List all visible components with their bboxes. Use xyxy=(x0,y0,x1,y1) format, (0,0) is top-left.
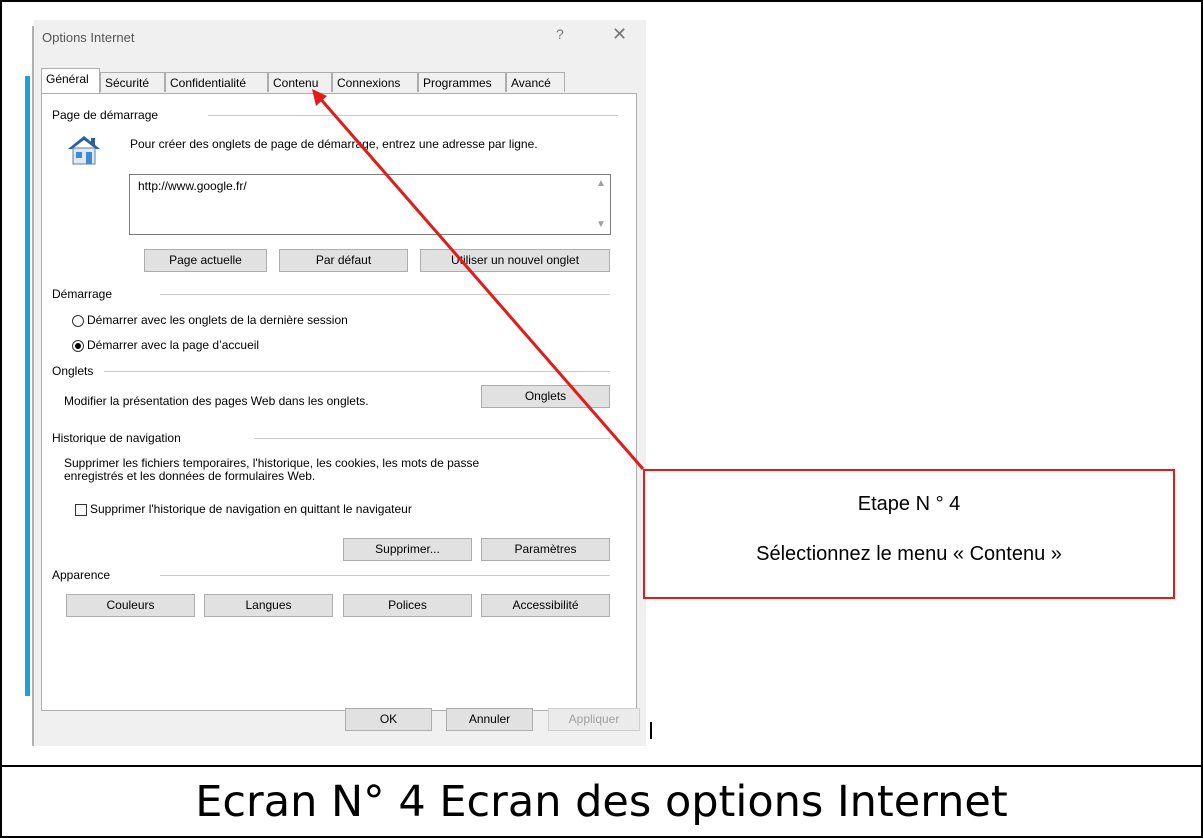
default-page-button[interactable]: Par défaut xyxy=(279,249,408,272)
apply-button[interactable]: Appliquer xyxy=(548,708,640,731)
accessibility-button[interactable]: Accessibilité xyxy=(481,594,610,617)
internet-options-dialog: Options Internet ? ✕ Général Sécurité Co… xyxy=(34,20,646,746)
url-scrollbar[interactable]: ▲ ▼ xyxy=(593,175,610,234)
tab-connections[interactable]: Connexions xyxy=(332,72,418,92)
tab-content[interactable]: Contenu xyxy=(268,72,332,92)
ok-button[interactable]: OK xyxy=(345,708,432,731)
appearance-group-label: Apparence xyxy=(52,568,111,582)
close-button[interactable]: ✕ xyxy=(612,24,627,45)
tabs-description: Modifier la présentation des pages Web d… xyxy=(64,394,369,408)
tab-general[interactable]: Général xyxy=(41,68,100,93)
group-divider xyxy=(104,371,610,372)
delete-history-on-exit-checkbox[interactable] xyxy=(75,504,87,516)
colors-button[interactable]: Couleurs xyxy=(66,594,195,617)
startup-home-page-radio[interactable] xyxy=(72,340,84,352)
general-tab-panel: Page de démarrage Pour créer des onglets… xyxy=(41,93,637,711)
home-page-url-value: http://www.google.fr/ xyxy=(138,179,247,193)
home-house-icon xyxy=(64,132,104,168)
languages-button[interactable]: Langues xyxy=(204,594,333,617)
fonts-button[interactable]: Polices xyxy=(343,594,472,617)
startup-group-label: Démarrage xyxy=(52,287,113,301)
group-divider xyxy=(208,115,618,116)
history-description-line2: enregistrés et les données de formulaire… xyxy=(64,469,316,483)
delete-history-on-exit-label: Supprimer l'historique de navigation en … xyxy=(90,502,412,516)
cancel-button[interactable]: Annuler xyxy=(446,708,533,731)
scroll-down-icon[interactable]: ▼ xyxy=(596,219,606,230)
cursor-mark xyxy=(650,722,652,739)
tab-privacy[interactable]: Confidentialité xyxy=(165,72,268,92)
group-divider xyxy=(254,438,610,439)
history-group-label: Historique de navigation xyxy=(52,431,181,445)
annotation-instruction: Sélectionnez le menu « Contenu » xyxy=(756,543,1062,565)
delete-history-button[interactable]: Supprimer... xyxy=(343,538,472,561)
caption-separator xyxy=(0,765,1203,767)
home-page-url-field[interactable]: http://www.google.fr/ ▲ ▼ xyxy=(129,174,611,235)
use-new-tab-button[interactable]: Utiliser un nouvel onglet xyxy=(420,249,610,272)
tab-security[interactable]: Sécurité xyxy=(100,72,165,92)
dialog-title: Options Internet xyxy=(42,30,135,45)
tabs-group-label: Onglets xyxy=(52,364,94,378)
tab-advanced[interactable]: Avancé xyxy=(506,72,565,92)
startup-home-page-label: Démarrer avec la page d’accueil xyxy=(87,338,260,352)
scroll-up-icon[interactable]: ▲ xyxy=(596,178,606,189)
screen-caption: Ecran N° 4 Ecran des options Internet xyxy=(195,777,1008,827)
help-button[interactable]: ? xyxy=(556,26,564,42)
tab-programs[interactable]: Programmes xyxy=(418,72,506,92)
background-window-accent xyxy=(25,76,30,696)
group-divider xyxy=(160,575,610,576)
tabs-settings-button[interactable]: Onglets xyxy=(481,385,610,408)
startup-last-session-radio[interactable] xyxy=(72,315,84,327)
group-divider xyxy=(160,294,610,295)
annotation-box: Etape N ° 4 Sélectionnez le menu « Conte… xyxy=(643,469,1175,599)
startup-last-session-label: Démarrer avec les onglets de la dernière… xyxy=(87,313,348,327)
home-page-group-label: Page de démarrage xyxy=(52,108,159,122)
home-page-description: Pour créer des onglets de page de démarr… xyxy=(130,137,538,151)
annotation-step: Etape N ° 4 xyxy=(857,493,961,515)
history-settings-button[interactable]: Paramètres xyxy=(481,538,610,561)
current-page-button[interactable]: Page actuelle xyxy=(144,249,267,272)
